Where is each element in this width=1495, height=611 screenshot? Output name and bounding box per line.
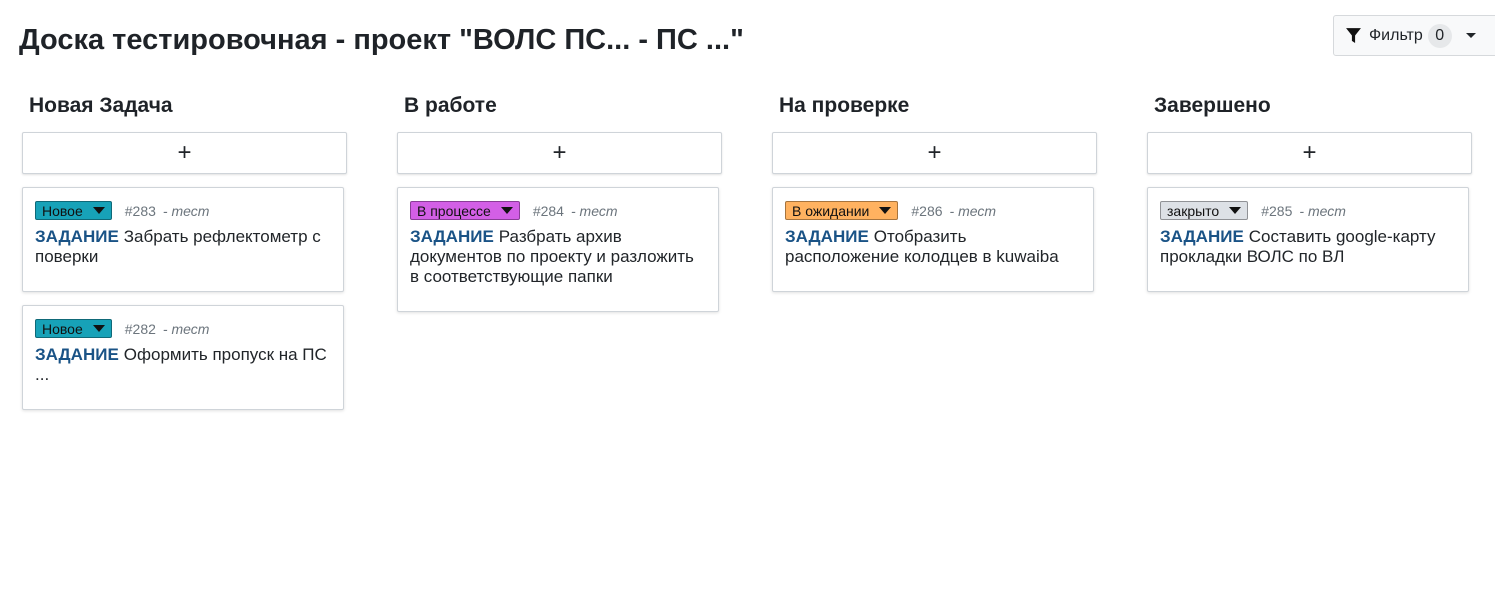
task-type: ЗАДАНИЕ: [410, 227, 494, 246]
task-card[interactable]: Новое #282 - тест ЗАДАНИЕ Оформить пропус…: [22, 305, 344, 410]
column-title: Новая Задача: [29, 94, 173, 117]
task-type: ЗАДАНИЕ: [785, 227, 869, 246]
task-card[interactable]: закрыто #285 - тест ЗАДАНИЕ Составить goo…: [1147, 187, 1469, 292]
column-in-progress: В работе + В процессе #284 - тест ЗАДАНИ…: [397, 88, 723, 312]
status-dropdown[interactable]: В ожидании: [785, 201, 899, 220]
task-id: #283: [124, 202, 156, 219]
plus-icon: +: [177, 139, 192, 166]
caret-down-icon: [879, 207, 892, 214]
column-review: На проверке + В ожидании #286 - тест ЗАД…: [772, 88, 1098, 292]
caret-down-icon: [1229, 207, 1242, 214]
task-author: - тест: [570, 202, 618, 219]
filter-count-badge: 0: [1427, 23, 1452, 48]
task-author: - тест: [1299, 202, 1346, 219]
task-card[interactable]: Новое #283 - тест ЗАДАНИЕ Забрать рефлект…: [22, 187, 344, 292]
caret-down-icon: [92, 325, 105, 332]
filter-label: Фильтр: [1369, 26, 1423, 44]
status-label: В процессе: [417, 202, 491, 219]
task-type: ЗАДАНИЕ: [35, 345, 119, 364]
column-title: Завершено: [1154, 94, 1271, 117]
add-task-button[interactable]: +: [22, 132, 347, 174]
add-task-button[interactable]: +: [397, 132, 722, 174]
column-new: Новая Задача + Новое #283 - тест ЗАДАНИЕ…: [22, 88, 348, 410]
filter-group: Фильтр 0: [1333, 15, 1495, 56]
plus-icon: +: [552, 139, 567, 166]
column-done: Завершено + закрыто #285 - тест ЗАДАНИЕ С…: [1147, 88, 1473, 292]
task-author: - тест: [949, 202, 997, 219]
status-dropdown[interactable]: закрыто: [1160, 201, 1249, 220]
column-title: В работе: [404, 94, 497, 117]
status-label: Новое: [42, 202, 83, 219]
caret-down-icon: [92, 207, 105, 214]
filter-button[interactable]: Фильтр 0: [1334, 16, 1452, 55]
status-dropdown[interactable]: В процессе: [410, 201, 520, 220]
add-task-button[interactable]: +: [772, 132, 1097, 174]
task-card[interactable]: В ожидании #286 - тест ЗАДАНИЕ Отобразить…: [772, 187, 1094, 292]
add-task-button[interactable]: +: [1147, 132, 1472, 174]
task-type: ЗАДАНИЕ: [1160, 227, 1244, 246]
task-type: ЗАДАНИЕ: [35, 227, 119, 246]
status-dropdown[interactable]: Новое: [35, 201, 112, 220]
status-label: закрыто: [1167, 202, 1220, 219]
plus-icon: +: [927, 139, 942, 166]
status-label: В ожидании: [792, 202, 870, 219]
task-id: #286: [911, 202, 943, 219]
task-card[interactable]: В процессе #284 - тест ЗАДАНИЕ Разбрать а…: [397, 187, 719, 312]
task-author: - тест: [162, 320, 210, 337]
column-title: На проверке: [779, 94, 910, 117]
status-label: Новое: [42, 320, 83, 337]
filter-icon: [1346, 28, 1361, 43]
caret-down-icon: [500, 207, 513, 214]
task-author: - тест: [162, 202, 210, 219]
task-id: #282: [124, 320, 156, 337]
plus-icon: +: [1302, 139, 1317, 166]
task-id: #284: [532, 202, 564, 219]
task-id: #285: [1261, 202, 1293, 219]
page-title: Доска тестировочная - проект "ВОЛС ПС...…: [19, 24, 744, 56]
filter-dropdown-toggle[interactable]: [1465, 33, 1476, 38]
status-dropdown[interactable]: Новое: [35, 319, 112, 338]
